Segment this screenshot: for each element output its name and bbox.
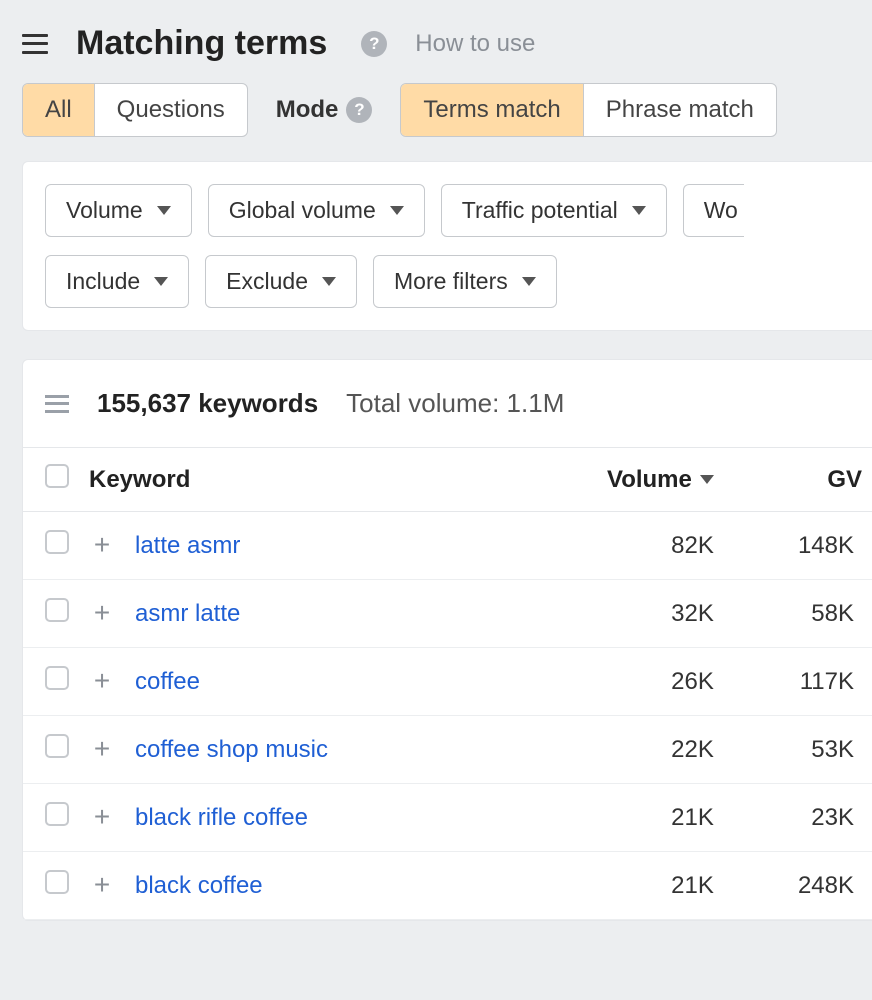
keywords-table: Keyword Volume GV + latte asmr 82K148K + asm… [23, 447, 872, 920]
filter-more-label: More filters [394, 268, 508, 295]
filter-truncated[interactable]: Wo [683, 184, 744, 237]
col-volume[interactable]: Volume [500, 448, 724, 512]
filter-exclude[interactable]: Exclude [205, 255, 357, 308]
cell-volume: 21K [500, 852, 724, 920]
tab-terms-match[interactable]: Terms match [401, 84, 583, 136]
filter-volume[interactable]: Volume [45, 184, 192, 237]
keyword-link[interactable]: coffee [135, 668, 200, 695]
col-gv[interactable]: GV [724, 448, 872, 512]
row-checkbox[interactable] [45, 666, 69, 690]
table-row: + coffee shop music 22K53K [23, 716, 872, 784]
keyword-link[interactable]: asmr latte [135, 600, 240, 627]
row-checkbox[interactable] [45, 734, 69, 758]
mode-label: Mode ? [276, 96, 373, 124]
add-icon[interactable]: + [94, 529, 110, 560]
tab-questions[interactable]: Questions [95, 84, 247, 136]
list-icon[interactable] [45, 395, 69, 413]
cell-gv: 117K [724, 648, 872, 716]
add-icon[interactable]: + [94, 665, 110, 696]
table-row: + asmr latte 32K58K [23, 580, 872, 648]
table-row: + black rifle coffee 21K23K [23, 784, 872, 852]
add-icon[interactable]: + [94, 597, 110, 628]
cell-gv: 58K [724, 580, 872, 648]
chevron-down-icon [154, 277, 168, 286]
filter-more[interactable]: More filters [373, 255, 557, 308]
table-row: + black coffee 21K248K [23, 852, 872, 920]
cell-gv: 53K [724, 716, 872, 784]
mode-help-icon[interactable]: ? [346, 97, 372, 123]
select-all-checkbox[interactable] [45, 464, 69, 488]
add-icon[interactable]: + [94, 801, 110, 832]
cell-gv: 248K [724, 852, 872, 920]
mode-toggle: Terms match Phrase match [400, 83, 776, 137]
sort-desc-icon [700, 475, 714, 484]
cell-volume: 26K [500, 648, 724, 716]
table-row: + coffee 26K117K [23, 648, 872, 716]
menu-icon[interactable] [22, 34, 48, 54]
filter-truncated-label: Wo [704, 197, 738, 224]
total-volume: Total volume: 1.1M [346, 388, 564, 419]
add-icon[interactable]: + [94, 869, 110, 900]
col-volume-label: Volume [607, 466, 692, 494]
chevron-down-icon [157, 206, 171, 215]
filters-panel: Volume Global volume Traffic potential W… [22, 161, 872, 331]
chevron-down-icon [322, 277, 336, 286]
chevron-down-icon [632, 206, 646, 215]
cell-volume: 21K [500, 784, 724, 852]
row-checkbox[interactable] [45, 530, 69, 554]
row-checkbox[interactable] [45, 802, 69, 826]
keyword-link[interactable]: black rifle coffee [135, 804, 308, 831]
filter-traffic-potential-label: Traffic potential [462, 197, 618, 224]
keyword-link[interactable]: black coffee [135, 872, 263, 899]
add-icon[interactable]: + [94, 733, 110, 764]
filter-global-volume-label: Global volume [229, 197, 376, 224]
row-checkbox[interactable] [45, 870, 69, 894]
help-icon[interactable]: ? [361, 31, 387, 57]
cell-gv: 148K [724, 512, 872, 580]
cell-volume: 32K [500, 580, 724, 648]
filter-volume-label: Volume [66, 197, 143, 224]
results-panel: 155,637 keywords Total volume: 1.1M Keyw… [22, 359, 872, 921]
keyword-count: 155,637 keywords [97, 388, 318, 419]
chevron-down-icon [522, 277, 536, 286]
page-title: Matching terms [76, 24, 327, 63]
mode-label-text: Mode [276, 96, 339, 124]
filter-global-volume[interactable]: Global volume [208, 184, 425, 237]
filter-include[interactable]: Include [45, 255, 189, 308]
filter-exclude-label: Exclude [226, 268, 308, 295]
keyword-link[interactable]: coffee shop music [135, 736, 328, 763]
cell-volume: 82K [500, 512, 724, 580]
tab-all[interactable]: All [23, 84, 95, 136]
filter-include-label: Include [66, 268, 140, 295]
keyword-link[interactable]: latte asmr [135, 532, 240, 559]
how-to-use-link[interactable]: How to use [415, 30, 535, 58]
filter-traffic-potential[interactable]: Traffic potential [441, 184, 667, 237]
chevron-down-icon [390, 206, 404, 215]
col-keyword[interactable]: Keyword [79, 448, 500, 512]
scope-toggle: All Questions [22, 83, 248, 137]
cell-gv: 23K [724, 784, 872, 852]
cell-volume: 22K [500, 716, 724, 784]
row-checkbox[interactable] [45, 598, 69, 622]
tab-phrase-match[interactable]: Phrase match [584, 84, 776, 136]
table-row: + latte asmr 82K148K [23, 512, 872, 580]
